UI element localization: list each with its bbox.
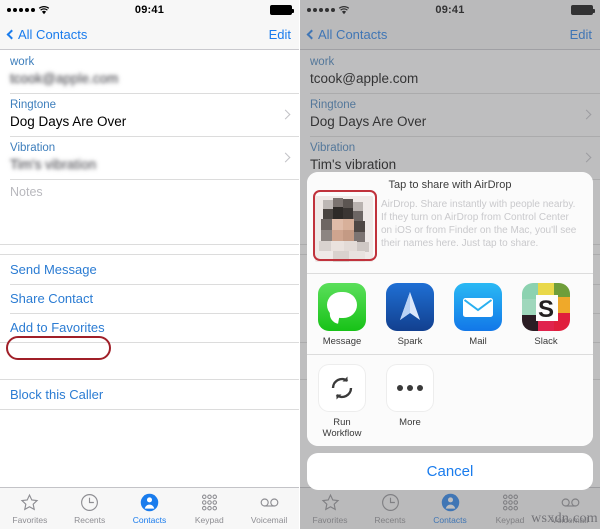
list-bottom-spacer: [0, 409, 299, 447]
share-apps-row: Message Spark Mail S Slack: [307, 274, 593, 354]
back-button-label: All Contacts: [18, 27, 88, 42]
cancel-button[interactable]: Cancel: [307, 453, 593, 490]
ringtone-value: Dog Days Are Over: [10, 114, 127, 129]
share-app-label: Slack: [534, 336, 558, 347]
clock-icon: [79, 492, 100, 513]
send-message-button[interactable]: Send Message: [0, 255, 299, 284]
share-app-label: Spark: [397, 336, 423, 347]
tab-recents[interactable]: Recents: [60, 492, 120, 525]
message-app-icon: [318, 283, 366, 331]
star-icon: [19, 492, 40, 513]
tab-voicemail[interactable]: Voicemail: [239, 492, 299, 525]
tab-bar: Favorites Recents Contacts Keypad Voicem…: [0, 487, 299, 529]
share-app-label: Message: [322, 336, 362, 347]
share-sheet-card: Tap to share with AirDrop AirDrop. Share…: [307, 172, 593, 446]
airdrop-title: Tap to share with AirDrop: [307, 172, 593, 196]
share-contact-button[interactable]: Share Contact: [0, 284, 299, 313]
share-action-more[interactable]: More: [384, 364, 436, 439]
keypad-icon: [199, 492, 220, 513]
more-icon: [386, 364, 434, 412]
screenshot-stage: 09:41 All Contacts Edit work tcook@apple…: [0, 0, 600, 529]
battery-icon: [270, 5, 294, 15]
share-action-run-workflow[interactable]: Run Workflow: [316, 364, 368, 439]
tab-label: Recents: [74, 515, 106, 525]
share-sheet: Tap to share with AirDrop AirDrop. Share…: [307, 172, 593, 490]
share-action-label: Run Workflow: [322, 417, 362, 439]
share-app-mail[interactable]: Mail: [452, 283, 504, 347]
email-row[interactable]: work tcook@apple.com: [0, 50, 299, 93]
watermark: wsxdn.com: [531, 511, 598, 526]
notes-placeholder: Notes: [10, 185, 43, 199]
section-separator: [0, 244, 299, 255]
email-value: tcook@apple.com: [10, 70, 289, 87]
status-bar-clock: 09:41: [134, 4, 165, 16]
tab-label: Keypad: [194, 515, 224, 525]
left-phone-screen: 09:41 All Contacts Edit work tcook@apple…: [0, 0, 300, 529]
tab-contacts[interactable]: Contacts: [120, 492, 180, 525]
airdrop-description: AirDrop. Share instantly with people nea…: [381, 199, 577, 249]
share-actions-row: Run Workflow More: [307, 355, 593, 446]
vibration-value: Tim's vibration: [10, 156, 289, 173]
share-app-spark[interactable]: Spark: [384, 283, 436, 347]
add-to-favorites-button[interactable]: Add to Favorites: [0, 313, 299, 342]
vibration-label: Vibration: [10, 142, 56, 154]
mail-app-icon: [454, 283, 502, 331]
tab-label: Voicemail: [250, 515, 288, 525]
spark-app-icon: [386, 283, 434, 331]
email-label: work: [10, 56, 35, 68]
status-bar: 09:41: [0, 0, 299, 20]
share-action-label: More: [399, 417, 421, 428]
share-app-slack[interactable]: S Slack: [520, 283, 572, 347]
chevron-left-icon: [6, 29, 17, 40]
section-separator: [0, 342, 299, 380]
share-app-label: Mail: [469, 336, 487, 347]
back-button[interactable]: All Contacts: [6, 27, 88, 42]
share-app-message[interactable]: Message: [316, 283, 368, 347]
cancel-button-label: Cancel: [426, 463, 474, 480]
notes-field[interactable]: Notes: [0, 179, 299, 244]
tab-label: Favorites: [12, 515, 48, 525]
ringtone-row[interactable]: Ringtone Dog Days Are Over: [0, 93, 299, 136]
airdrop-recipient[interactable]: [315, 196, 377, 264]
avatar: [315, 196, 373, 262]
contact-fields-group: work tcook@apple.com Ringtone Dog Days A…: [0, 50, 299, 244]
vibration-row[interactable]: Vibration Tim's vibration: [0, 136, 299, 179]
ringtone-label: Ringtone: [10, 99, 57, 111]
airdrop-section: AirDrop. Share instantly with people nea…: [307, 196, 593, 273]
svg-text:S: S: [538, 296, 554, 323]
tab-favorites[interactable]: Favorites: [0, 492, 60, 525]
right-phone-screen: 09:41 All Contacts Edit work tcook@apple…: [300, 0, 600, 529]
navigation-bar: All Contacts Edit: [0, 20, 299, 50]
contact-icon: [139, 492, 160, 513]
slack-app-icon: S: [522, 283, 570, 331]
voicemail-icon: [259, 492, 280, 513]
block-caller-button[interactable]: Block this Caller: [0, 380, 299, 409]
edit-button[interactable]: Edit: [269, 27, 291, 42]
tab-label: Contacts: [132, 515, 167, 525]
contact-detail-list: work tcook@apple.com Ringtone Dog Days A…: [0, 50, 299, 507]
tab-keypad[interactable]: Keypad: [179, 492, 239, 525]
workflow-icon: [318, 364, 366, 412]
